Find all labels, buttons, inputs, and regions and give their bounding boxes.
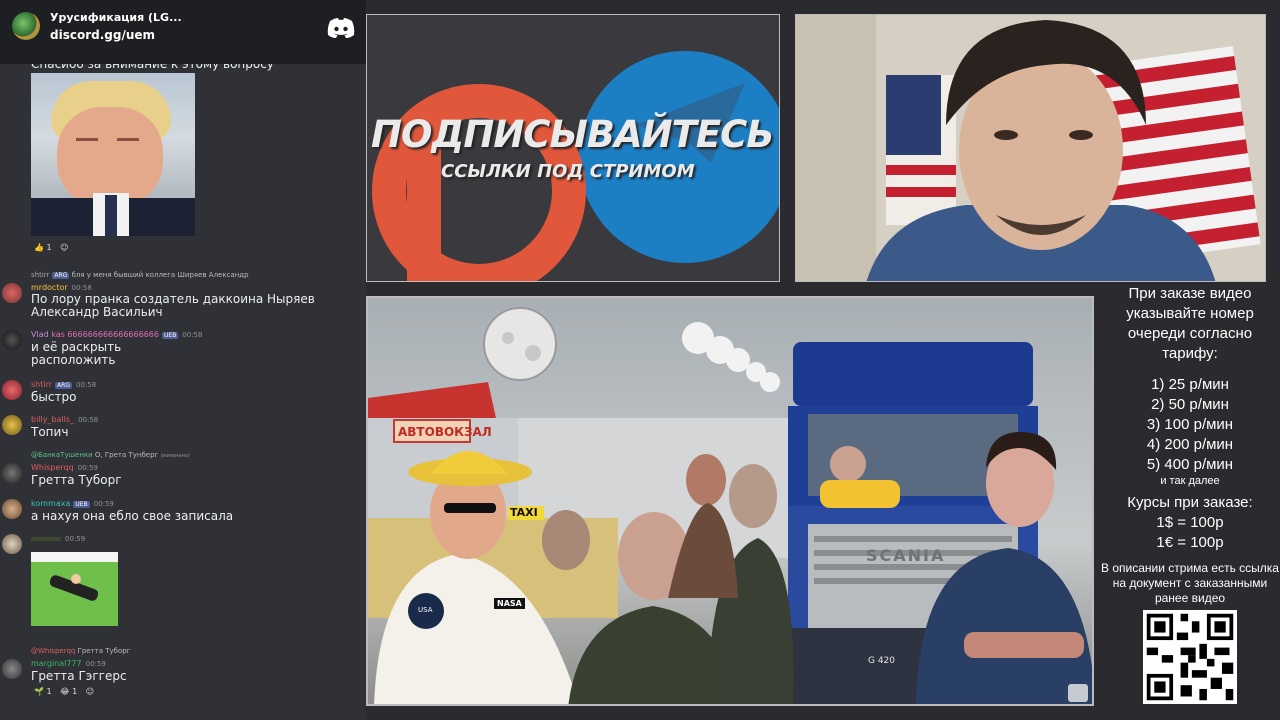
message-text: а нахуя она ебло свое записала xyxy=(31,509,234,523)
reaction-row[interactable]: 👍 1 ☺ xyxy=(34,243,69,252)
subscribe-title: ПОДПИСЫВАЙТЕСЬ xyxy=(371,113,774,156)
subscribe-subtitle: ССЫЛКИ ПОД СТРИМОМ xyxy=(441,161,695,182)
rate-item: 1$ = 100р xyxy=(1156,514,1224,531)
moon-icon xyxy=(483,307,557,381)
discord-chat-panel: Урусификация (LG... discord.gg/uem Спаси… xyxy=(0,0,366,720)
order-info-panel: При заказе видео указывайте номер очеред… xyxy=(1100,284,1280,720)
tariff-etc: и так далее xyxy=(1160,475,1220,487)
avatar[interactable] xyxy=(2,659,22,679)
avatar[interactable] xyxy=(2,534,22,554)
message-text: быстро xyxy=(31,390,77,404)
tariff-item: 3) 100 р/мин xyxy=(1146,416,1234,433)
message-text: Александр Васильич xyxy=(31,305,163,319)
message-text: расположить xyxy=(31,353,116,367)
laugh-icon: 😂 xyxy=(60,687,70,696)
username[interactable]: kommaxa UEB 00:59 xyxy=(31,499,114,508)
reply-preview[interactable]: @Whisperqq Гретта Туборг xyxy=(31,647,130,655)
reaction-count: 1 xyxy=(46,687,52,696)
username[interactable]: mrdoctor 00:58 xyxy=(31,283,92,292)
reaction-count: 1 xyxy=(72,687,78,696)
station-sign-text: АВТОВОКЗАЛ xyxy=(398,425,492,439)
message-image-cartoon[interactable] xyxy=(31,552,118,626)
order-intro: При заказе видео указывайте номер очеред… xyxy=(1126,285,1254,362)
avatar[interactable] xyxy=(2,499,22,519)
avatar[interactable] xyxy=(2,330,22,350)
user-tag: ARG xyxy=(52,272,70,279)
server-icon xyxy=(12,12,40,40)
avatar[interactable] xyxy=(2,415,22,435)
poster-art xyxy=(368,307,1092,704)
rates-title: Курсы при заказе: xyxy=(1127,494,1253,511)
telegram-logo-circle xyxy=(579,51,779,263)
username[interactable]: Whisperqq 00:59 xyxy=(31,463,98,472)
reaction-row[interactable]: 🌱 1 😂 1 ☺ xyxy=(34,687,94,696)
server-name: Урусификация (LG... xyxy=(50,11,182,24)
qr-code-icon[interactable] xyxy=(1143,610,1237,704)
tariff-item: 5) 400 р/мин xyxy=(1146,456,1234,473)
emoji-icon: 🌱 xyxy=(34,687,44,696)
reply-preview[interactable]: @БанкаТушенки О, Грета Тунберг (изменено… xyxy=(31,451,190,459)
tariff-item: 4) 200 р/мин xyxy=(1146,436,1234,453)
message-text: Гретта Гэггерс xyxy=(31,669,127,683)
subscribe-banner: ПОДПИСЫВАЙТЕСЬ ССЫЛКИ ПОД СТРИМОМ xyxy=(366,14,780,282)
webcam-art xyxy=(796,15,1265,281)
video-thumbnail-poster: АВТОВОКЗАЛ TAXI SCANIA G 420 NASA USA xyxy=(366,296,1094,706)
username[interactable]: billy_balls_ 00:58 xyxy=(31,415,98,424)
message-text: Гретта Туборг xyxy=(31,473,122,487)
avatar[interactable] xyxy=(2,463,22,483)
reply-user: shtirr xyxy=(31,271,50,279)
message-text: Топич xyxy=(31,425,69,439)
avatar[interactable] xyxy=(2,283,22,303)
add-reaction-icon[interactable]: ☺ xyxy=(86,687,94,696)
truck-brand-text: SCANIA xyxy=(866,546,946,565)
username[interactable]: shtirr ARG 00:58 xyxy=(31,380,96,389)
reaction-count: 1 xyxy=(46,243,52,252)
username[interactable]: marginal777 00:59 xyxy=(31,659,106,668)
reply-text: О, Грета Тунберг xyxy=(94,451,159,459)
reply-text: Гретта Туборг xyxy=(77,647,131,655)
reply-text: бля у меня бывший коллега Ширяев Алексан… xyxy=(71,271,249,279)
server-invite-link[interactable]: discord.gg/uem xyxy=(50,28,155,42)
reply-user: @Whisperqq xyxy=(31,647,76,655)
us-flag-left xyxy=(886,75,956,225)
avatar[interactable] xyxy=(2,380,22,400)
add-reaction-icon[interactable]: ☺ xyxy=(60,243,68,252)
tariff-item: 1) 25 р/мин xyxy=(1151,376,1229,393)
username[interactable]: 00:59 xyxy=(31,534,85,543)
message-image-trump[interactable] xyxy=(31,73,195,236)
rate-item: 1€ = 100р xyxy=(1156,534,1224,551)
tariff-item: 2) 50 р/мин xyxy=(1151,396,1229,413)
edited-label: (изменено) xyxy=(160,453,190,459)
nasa-patch-text: NASA xyxy=(494,598,525,609)
description-note: В описании стрима есть ссылка на докумен… xyxy=(1101,561,1279,605)
username[interactable]: Vlad kas 666666666666666666 UEB 00:58 xyxy=(31,330,202,339)
reply-preview[interactable]: shtirr ARG бля у меня бывший коллега Ширя… xyxy=(31,271,249,279)
reply-user: @БанкаТушенки xyxy=(31,451,93,459)
taxi-sign-text: TAXI xyxy=(510,506,538,519)
like-icon xyxy=(1068,684,1088,702)
discord-server-header[interactable]: Урусификация (LG... discord.gg/uem xyxy=(0,0,366,64)
webcam-feed xyxy=(795,14,1266,282)
truck-model-text: G 420 xyxy=(868,656,896,666)
discord-icon xyxy=(327,18,355,38)
smoke-cloud xyxy=(682,322,780,392)
usa-patch-text: USA xyxy=(418,606,433,614)
thumbs-up-icon: 👍 xyxy=(34,243,44,252)
